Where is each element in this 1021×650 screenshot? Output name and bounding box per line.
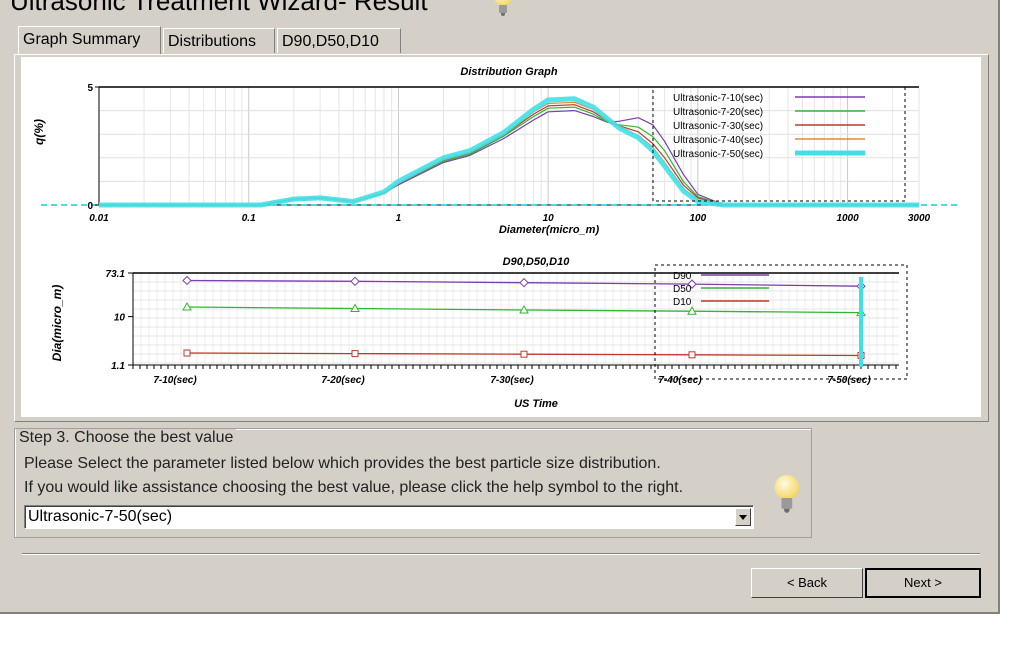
x-tick-label: 7-40(sec)	[658, 375, 702, 386]
x-axis-label: US Time	[514, 398, 558, 410]
data-point-d10	[351, 350, 359, 358]
lightbulb-icon	[492, 0, 514, 18]
y-tick-label: 73.1	[106, 269, 126, 280]
x-axis-label: Diameter(micro_m)	[499, 224, 600, 236]
data-point-d10	[688, 351, 696, 359]
x-tick-label: 10	[543, 213, 555, 224]
legend-label: Ultrasonic-7-20(sec)	[673, 107, 763, 118]
window-title: Ultrasonic Treatment Wizard- Result	[10, 0, 428, 16]
y-axis-label: Dia(micro_m)	[50, 285, 64, 362]
tab-d90-d50-d10[interactable]: D90,D50,D10	[277, 28, 401, 53]
x-tick-label: 0.01	[89, 213, 109, 224]
legend-label: Ultrasonic-7-50(sec)	[673, 149, 763, 160]
plot-background	[133, 273, 899, 365]
y-tick-label: 10	[114, 313, 126, 324]
chart-title: D90,D50,D10	[503, 256, 571, 268]
divider	[22, 553, 980, 555]
y-tick-label: 0	[87, 201, 93, 212]
legend-label: Ultrasonic-7-40(sec)	[673, 135, 763, 146]
y-tick-label: 1.1	[111, 361, 125, 372]
distribution-graph: Distribution Graph Diameter(micro_m) q(%) 0…	[32, 66, 961, 236]
legend-label: D50	[673, 284, 692, 295]
data-point-d10	[520, 350, 528, 358]
chart-title: Distribution Graph	[460, 66, 557, 78]
x-tick-label: 1	[396, 213, 402, 224]
x-tick-label: 1000	[836, 213, 859, 224]
x-tick-label: 7-50(sec)	[827, 375, 871, 386]
y-axis-label: q(%)	[32, 119, 46, 145]
next-button[interactable]: Next >	[865, 568, 981, 598]
plot-background	[99, 87, 919, 205]
graph-summary-panel: Distribution Graph Diameter(micro_m) q(%) 0…	[14, 54, 989, 422]
legend-label: Ultrasonic-7-30(sec)	[673, 121, 763, 132]
help-bulb-icon[interactable]	[772, 475, 802, 516]
data-point-d10	[183, 349, 191, 357]
x-tick-label: 7-10(sec)	[153, 375, 197, 386]
y-tick-label: 5	[87, 83, 93, 94]
x-tick-label: 3000	[908, 213, 931, 224]
wizard-window: Ultrasonic Treatment Wizard- Result Grap…	[0, 0, 1000, 614]
step-3-legend: Step 3. Choose the best value	[16, 429, 237, 447]
back-button[interactable]: < Back	[751, 568, 863, 598]
best-value-select[interactable]: Ultrasonic-7-50(sec)	[24, 505, 754, 529]
select-value: Ultrasonic-7-50(sec)	[28, 508, 173, 525]
x-tick-label: 100	[690, 213, 707, 224]
x-tick-label: 0.1	[242, 213, 256, 224]
legend-label: Ultrasonic-7-10(sec)	[673, 93, 763, 104]
x-tick-label: 7-20(sec)	[321, 375, 365, 386]
d90-d50-d10-graph: D90,D50,D10 US Time Dia(micro_m) 1.1 10 73.1 7…	[50, 256, 908, 410]
legend-label: D10	[673, 297, 692, 308]
tab-distributions[interactable]: Distributions	[163, 28, 275, 53]
instruction-line-2: If you would like assistance choosing th…	[24, 479, 684, 496]
x-tick-label: 7-30(sec)	[490, 375, 534, 386]
chevron-down-icon[interactable]	[735, 508, 751, 526]
legend-label: D90	[673, 271, 692, 282]
chart-area: Distribution Graph Diameter(micro_m) q(%) 0…	[21, 57, 981, 417]
instruction-line-1: Please Select the parameter listed below…	[24, 455, 661, 472]
tab-graph-summary[interactable]: Graph Summary	[18, 26, 161, 54]
